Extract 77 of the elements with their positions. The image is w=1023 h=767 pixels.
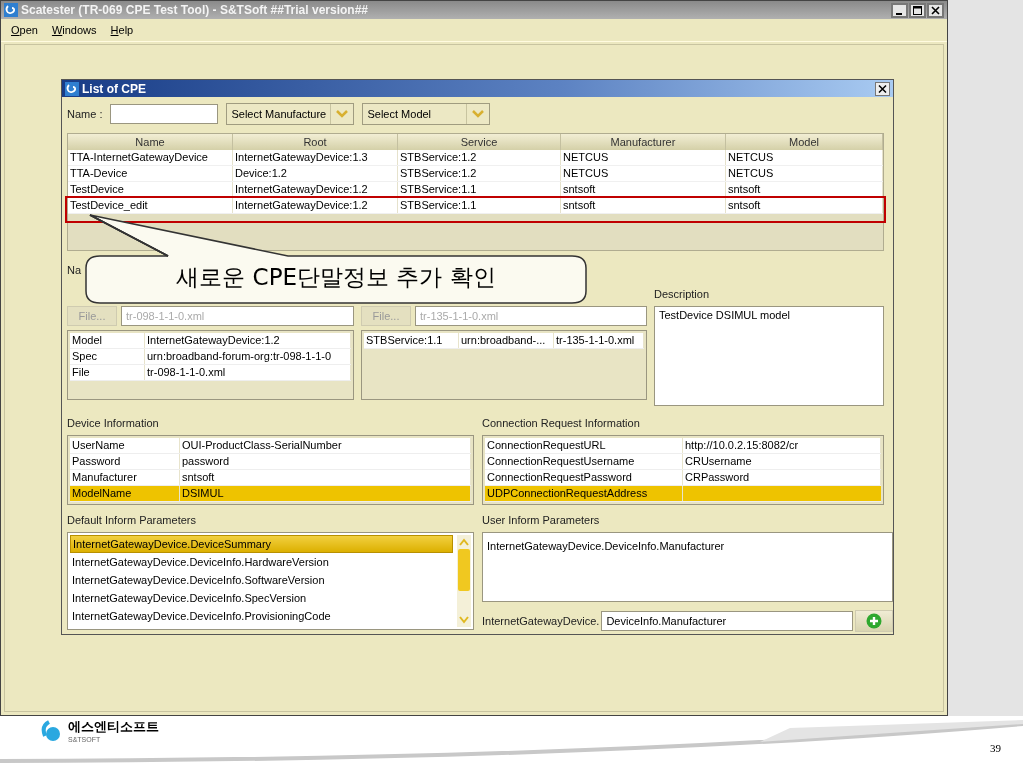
table-cell: NETCUS bbox=[561, 166, 726, 181]
table-row[interactable]: ConnectionRequestURL http://10.0.2.15:8082/cr bbox=[485, 438, 881, 454]
section-label: Device Information bbox=[67, 416, 160, 431]
table-cell: sntsoft bbox=[726, 182, 883, 197]
table-cell: NETCUS bbox=[561, 150, 726, 165]
maximize-icon bbox=[909, 2, 926, 18]
table-cell: sntsoft bbox=[726, 198, 883, 213]
table-cell: TestDevice_edit bbox=[68, 198, 233, 213]
plus-icon bbox=[866, 613, 883, 629]
table-cell: sntsoft bbox=[561, 182, 726, 197]
list-item[interactable]: InternetGatewayDevice.DeviceInfo.SpecVersion bbox=[70, 589, 453, 607]
table-cell: InternetGatewayDevice:1.3 bbox=[233, 150, 398, 165]
table-cell: tr-098-1-1-0.xml bbox=[145, 365, 351, 380]
chevron-down-icon bbox=[472, 110, 485, 118]
table-row[interactable]: ModelName DSIMUL bbox=[70, 486, 471, 502]
menu-item[interactable]: Help bbox=[110, 24, 134, 36]
name-field[interactable] bbox=[110, 104, 219, 124]
menu-item[interactable]: Windows bbox=[51, 24, 97, 36]
table-cell: sntsoft bbox=[561, 198, 726, 213]
dropdown[interactable]: Select Model bbox=[362, 103, 491, 125]
name-label: Name : bbox=[67, 106, 103, 122]
table-row[interactable]: Manufacturer sntsoft bbox=[70, 470, 471, 486]
section-label: Default Inform Parameters bbox=[67, 513, 197, 528]
table-cell: NETCUS bbox=[726, 150, 883, 165]
list-item[interactable]: InternetGatewayDevice.DeviceSummary bbox=[70, 535, 453, 553]
minimize-icon bbox=[891, 2, 908, 18]
table-cell: InternetGatewayDevice:1.2 bbox=[233, 182, 398, 197]
list-item[interactable]: InternetGatewayDevice.DeviceInfo.HardwareVersion bbox=[70, 553, 453, 571]
app-icon bbox=[4, 3, 18, 17]
table-row[interactable]: Password password bbox=[70, 454, 471, 470]
table-cell: TestDevice bbox=[68, 182, 233, 197]
page-number: 39 bbox=[990, 742, 1001, 754]
list-item[interactable]: InternetGatewayDevice.DeviceInfo.SoftwareVersion bbox=[70, 571, 453, 589]
table-cell: STBService:1.1 bbox=[398, 182, 561, 197]
section-label: Description bbox=[654, 287, 711, 302]
table-cell: InternetGatewayDevice:1.2 bbox=[233, 198, 398, 213]
table-cell: STBService:1.2 bbox=[398, 166, 561, 181]
table-row[interactable]: UserName OUI-ProductClass-SerialNumber bbox=[70, 438, 471, 454]
table-row[interactable]: ConnectionRequestUsername CRUsername bbox=[485, 454, 881, 470]
app-icon bbox=[65, 81, 79, 96]
menu-item[interactable]: Open bbox=[11, 24, 38, 36]
table-row[interactable]: TTA-Device Device:1.2 STBService:1.2 NETCUS NETCUS bbox=[68, 166, 883, 182]
table-cell: Device:1.2 bbox=[233, 166, 398, 181]
table-cell: Spec bbox=[70, 349, 145, 364]
company-name: 에스엔티소프트 bbox=[68, 718, 159, 736]
parameter-field[interactable]: DeviceInfo.Manufacturer bbox=[601, 611, 854, 631]
close-icon bbox=[927, 2, 944, 18]
section-label: User Inform Parameters bbox=[482, 513, 601, 528]
name-label: Na bbox=[67, 262, 82, 278]
close-icon bbox=[875, 81, 890, 96]
description-box[interactable]: TestDevice DSIMUL model bbox=[654, 306, 884, 406]
list-item[interactable]: InternetGatewayDevice.DeviceInfo.Manufacturer bbox=[485, 537, 891, 555]
list-item[interactable]: InternetGatewayDevice.DeviceInfo.ProvisioningCode bbox=[70, 607, 453, 625]
logo-icon bbox=[40, 719, 62, 742]
callout: 새로운 CPE단말정보 추가 확인 bbox=[84, 212, 588, 304]
table-cell: File bbox=[70, 365, 145, 380]
window-title: Scatester (TR-069 CPE Test Tool) - S&TSoft ##Trial version## bbox=[21, 3, 369, 17]
section-label: Connection Request Information bbox=[482, 416, 641, 431]
table-cell: Model bbox=[70, 333, 145, 348]
dialog-title: List of CPE bbox=[82, 81, 147, 96]
add-button[interactable] bbox=[855, 610, 894, 632]
table-cell: STBService:1.1 bbox=[398, 198, 561, 213]
table-cell: NETCUS bbox=[726, 166, 883, 181]
table-row[interactable]: ConnectionRequestPassword CRPassword bbox=[485, 470, 881, 486]
dropdown[interactable]: Select Manufacture bbox=[226, 103, 355, 125]
table-cell: InternetGatewayDevice:1.2 bbox=[145, 333, 351, 348]
table-cell: TTA-Device bbox=[68, 166, 233, 181]
table-cell: STBService:1.2 bbox=[398, 150, 561, 165]
prefix-label: InternetGatewayDevice. bbox=[482, 613, 600, 629]
table-cell: TTA-InternetGatewayDevice bbox=[68, 150, 233, 165]
table-cell: urn:broadband-... bbox=[459, 333, 554, 348]
table-row[interactable]: TTA-InternetGatewayDevice InternetGatewayDevice:1.3 STBService:1.2 NETCUS NETCUS bbox=[68, 150, 883, 166]
table-row[interactable]: UDPConnectionRequestAddress bbox=[485, 486, 881, 502]
chevron-down-icon bbox=[336, 110, 349, 118]
table-cell: urn:broadband-forum-org:tr-098-1-1-0 bbox=[145, 349, 351, 364]
table-cell: STBService:1.1 bbox=[364, 333, 459, 348]
table-cell: tr-135-1-1-0.xml bbox=[554, 333, 644, 348]
